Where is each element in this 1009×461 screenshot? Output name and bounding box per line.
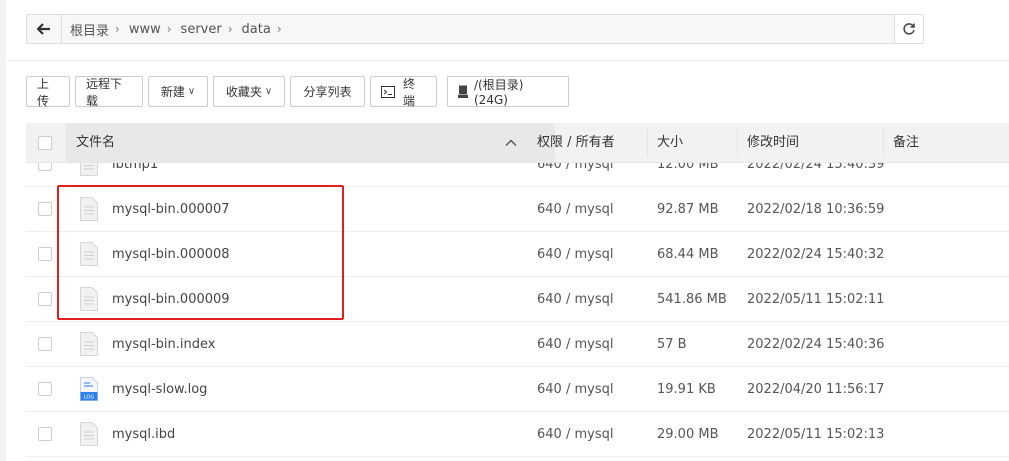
file-icon <box>80 422 98 446</box>
refresh-button[interactable] <box>894 15 923 43</box>
name-column-header-bg <box>66 123 554 162</box>
table-row[interactable]: mysql-bin.000008 640 / mysql 68.44 MB 20… <box>26 232 1009 277</box>
header-note: 备注 <box>893 135 920 150</box>
file-mtime: 2022/02/24 15:40:39 <box>747 163 885 172</box>
toolbar: 上传 远程下载 新建 ∨ 收藏夹 ∨ 分享列表 终端 /(根目录) (24G) <box>26 76 574 108</box>
file-name[interactable]: ibtmp1 <box>112 163 158 187</box>
row-checkbox[interactable] <box>38 382 52 396</box>
remote-download-button[interactable]: 远程下载 <box>75 76 143 108</box>
column-divider <box>647 129 648 157</box>
address-bar: 根目录 › www › server › data › <box>26 14 924 44</box>
table-header: 文件名 权限 / 所有者 大小 修改时间 备注 <box>26 123 1009 163</box>
table-row[interactable]: LOG mysql-slow.log 640 / mysql 19.91 KB … <box>26 367 1009 412</box>
file-mtime: 2022/02/18 10:36:59 <box>747 202 885 217</box>
header-mtime[interactable]: 修改时间 <box>747 123 799 163</box>
refresh-icon <box>903 23 915 35</box>
file-list: ibtmp1 640 / mysql 12.00 MB 2022/02/24 1… <box>26 163 1009 461</box>
column-divider <box>737 129 738 157</box>
file-name[interactable]: mysql-bin.000008 <box>112 232 230 277</box>
file-icon <box>80 287 98 311</box>
file-icon <box>80 197 98 221</box>
row-checkbox[interactable] <box>38 427 52 441</box>
file-name[interactable]: mysql-slow.log <box>112 367 207 412</box>
new-button-label: 新建 <box>160 85 185 99</box>
file-name[interactable]: mysql-bin.index <box>112 322 216 367</box>
file-name[interactable]: mysql-bin.000007 <box>112 187 230 232</box>
file-size: 19.91 KB <box>657 382 716 397</box>
row-checkbox[interactable] <box>38 337 52 351</box>
row-checkbox[interactable] <box>38 163 52 171</box>
new-button[interactable]: 新建 ∨ <box>148 76 208 107</box>
chevron-right-icon: › <box>115 22 120 36</box>
favorites-button-label: 收藏夹 <box>225 85 262 99</box>
row-checkbox[interactable] <box>38 202 52 216</box>
row-checkbox[interactable] <box>38 247 52 261</box>
header-name[interactable]: 文件名 <box>76 123 115 163</box>
file-mtime: 2022/02/24 15:40:36 <box>747 337 885 352</box>
file-size: 29.00 MB <box>657 427 719 442</box>
file-size: 57 B <box>657 337 687 352</box>
divider <box>6 60 1009 61</box>
share-list-button-label: 分享列表 <box>303 85 352 99</box>
file-perm[interactable]: 640 / mysql <box>537 187 613 232</box>
file-perm[interactable]: 640 / mysql <box>537 277 613 322</box>
remote-download-button-label: 远程下载 <box>86 76 123 108</box>
hard-drive-icon <box>458 85 468 98</box>
breadcrumb: 根目录 › www › server › data › <box>62 15 894 43</box>
file-size: 12.00 MB <box>657 163 719 172</box>
breadcrumb-server[interactable]: server <box>181 22 222 37</box>
table-row[interactable]: mysql-bin.000009 640 / mysql 541.86 MB 2… <box>26 277 1009 322</box>
file-size: 92.87 MB <box>657 202 719 217</box>
disk-button-label: /(根目录) (24G) <box>474 78 524 107</box>
file-icon <box>80 242 98 266</box>
table-row[interactable]: mysql.ibd 640 / mysql 29.00 MB 2022/05/1… <box>26 412 1009 457</box>
breadcrumb-root[interactable]: 根目录 <box>70 20 109 39</box>
favorites-button[interactable]: 收藏夹 ∨ <box>213 76 285 107</box>
breadcrumb-data[interactable]: data <box>242 22 271 37</box>
left-strip <box>0 0 6 461</box>
file-mtime: 2022/05/11 15:02:13 <box>747 427 885 442</box>
chevron-right-icon: › <box>166 22 172 36</box>
arrow-left-icon <box>37 23 50 35</box>
file-perm[interactable]: 640 / mysql <box>537 412 613 457</box>
file-mtime: 2022/05/11 15:02:11 <box>747 292 885 307</box>
terminal-icon <box>381 85 395 98</box>
file-size: 68.44 MB <box>657 247 719 262</box>
file-name[interactable]: mysql.ibd <box>112 412 175 457</box>
upload-button-label: 上传 <box>37 76 50 108</box>
file-perm[interactable]: 640 / mysql <box>537 367 613 412</box>
column-divider <box>883 129 884 157</box>
select-all-checkbox[interactable] <box>38 136 52 150</box>
file-perm[interactable]: 640 / mysql <box>537 322 613 367</box>
file-icon <box>80 163 98 176</box>
share-list-button[interactable]: 分享列表 <box>290 76 365 107</box>
chevron-down-icon: ∨ <box>264 86 273 97</box>
row-checkbox[interactable] <box>38 292 52 306</box>
file-mtime: 2022/04/20 11:56:17 <box>747 382 885 397</box>
chevron-down-icon: ∨ <box>187 86 196 97</box>
svg-text:LOG: LOG <box>84 395 95 401</box>
table-row[interactable]: mysql-bin.000007 640 / mysql 92.87 MB 20… <box>26 187 1009 232</box>
file-perm[interactable]: 640 / mysql <box>537 232 613 277</box>
header-perm[interactable]: 权限 / 所有者 <box>537 123 615 163</box>
breadcrumb-www[interactable]: www <box>129 22 161 37</box>
file-name[interactable]: mysql-bin.000009 <box>112 277 230 322</box>
terminal-button-label: 终端 <box>403 76 416 108</box>
back-button[interactable] <box>27 15 62 43</box>
file-size: 541.86 MB <box>657 292 727 307</box>
header-size[interactable]: 大小 <box>657 123 683 163</box>
chevron-up-icon[interactable] <box>504 136 518 150</box>
table-row[interactable]: ibtmp1 640 / mysql 12.00 MB 2022/02/24 1… <box>26 163 1009 187</box>
upload-button[interactable]: 上传 <box>26 76 70 108</box>
file-mtime: 2022/02/24 15:40:32 <box>747 247 885 262</box>
disk-button[interactable]: /(根目录) (24G) <box>447 76 569 107</box>
file-icon <box>80 332 98 356</box>
chevron-right-icon: › <box>276 22 282 36</box>
table-row[interactable]: mysql-bin.index 640 / mysql 57 B 2022/02… <box>26 322 1009 367</box>
log-file-icon: LOG <box>80 377 98 401</box>
chevron-right-icon: › <box>227 22 233 36</box>
terminal-button[interactable]: 终端 <box>370 76 437 108</box>
file-perm[interactable]: 640 / mysql <box>537 163 613 187</box>
